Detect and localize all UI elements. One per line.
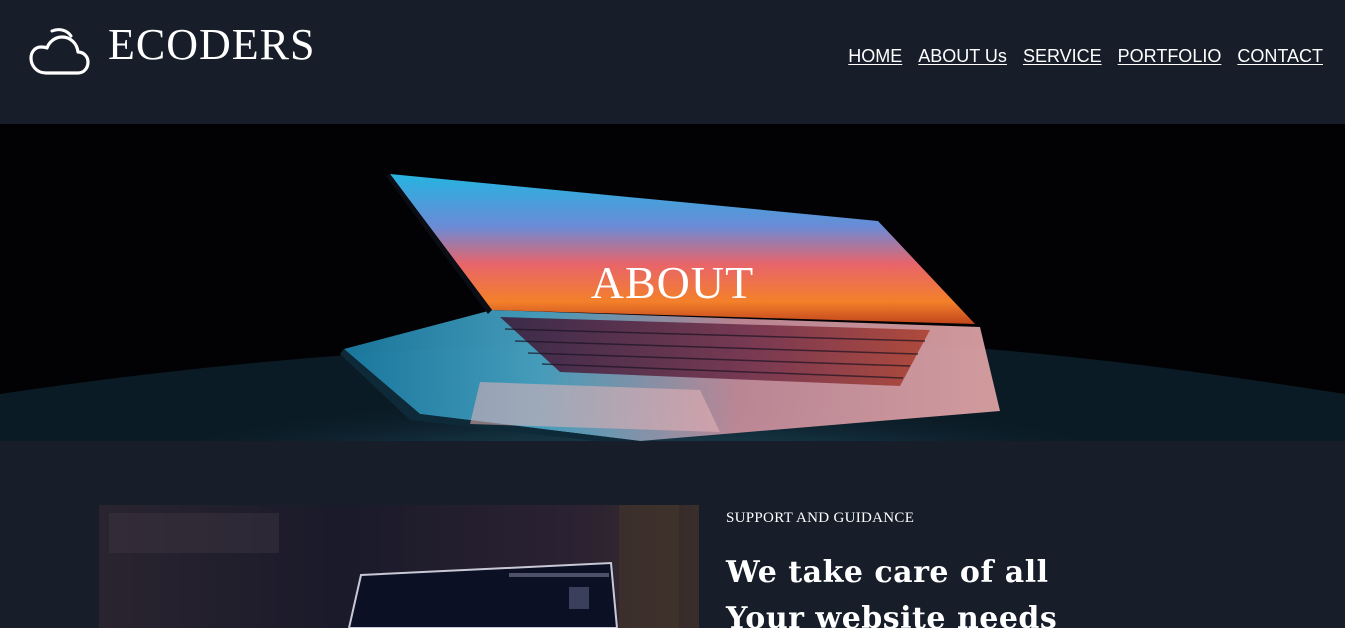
cloud-icon	[29, 28, 90, 75]
nav-about-link[interactable]: ABOUT Us	[918, 46, 1007, 67]
headline-line-2: Your website needs	[726, 601, 1058, 628]
nav-contact-link[interactable]: CONTACT	[1237, 46, 1323, 67]
about-laptop-image	[99, 505, 699, 628]
nav-portfolio-link[interactable]: PORTFOLIO	[1118, 46, 1222, 67]
about-image-art	[99, 505, 699, 628]
headline-line-1: We take care of all	[726, 555, 1049, 590]
hero-banner: ABOUT	[0, 124, 1345, 441]
nav-service-link[interactable]: SERVICE	[1023, 46, 1102, 67]
nav-home-link[interactable]: HOME	[848, 46, 902, 67]
section-kicker: SUPPORT AND GUIDANCE	[726, 510, 915, 526]
site-header: ECODERS HOME ABOUT Us SERVICE PORTFOLIO …	[0, 0, 1345, 124]
section-headline: We take care of all Your website needs	[726, 550, 1057, 628]
logo[interactable]: ECODERS	[28, 20, 315, 80]
main-nav: HOME ABOUT Us SERVICE PORTFOLIO CONTACT	[848, 46, 1323, 67]
brand-name: ECODERS	[108, 19, 316, 69]
page-title: ABOUT	[590, 257, 755, 308]
